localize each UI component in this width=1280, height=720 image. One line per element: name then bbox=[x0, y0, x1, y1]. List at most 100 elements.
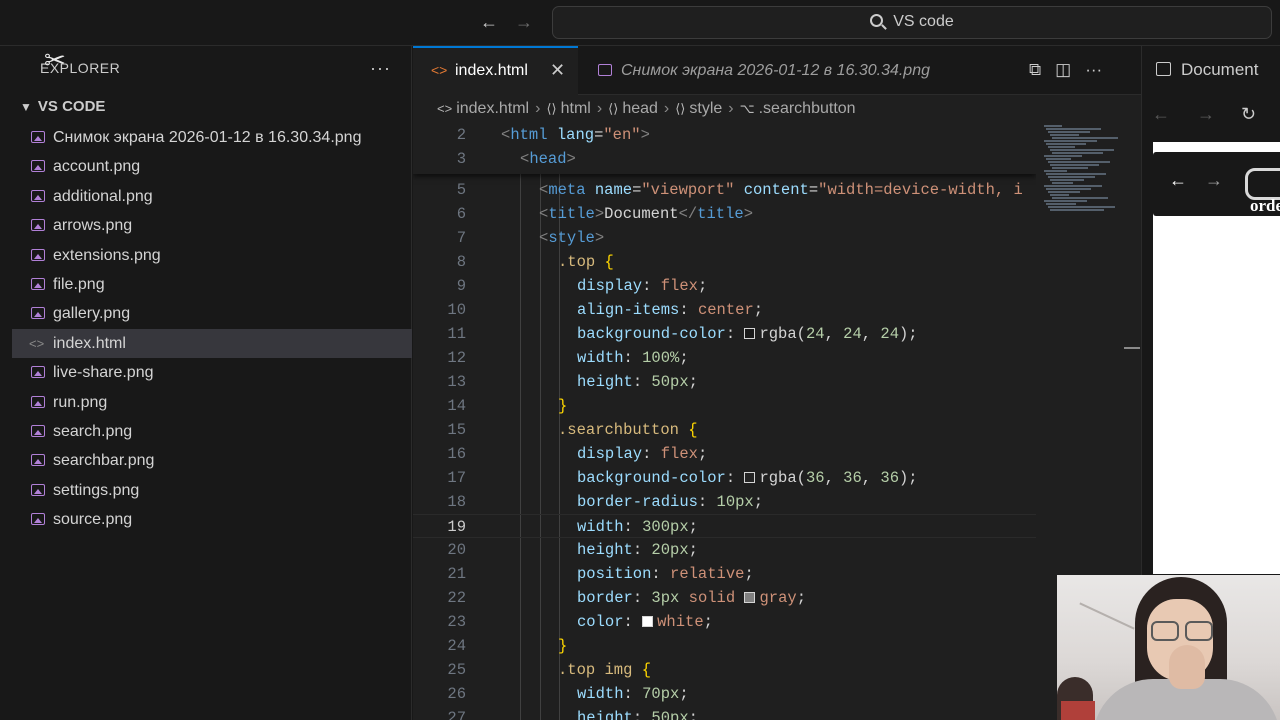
file-item[interactable]: arrows.png bbox=[12, 211, 412, 240]
minimap-line bbox=[1052, 197, 1108, 199]
editor-actions: ⧉ ◫ ··· bbox=[1029, 60, 1116, 80]
file-item[interactable]: settings.png bbox=[12, 476, 412, 505]
minimap-line bbox=[1044, 170, 1067, 172]
code-line[interactable]: 2 <html lang="en"> bbox=[413, 123, 1036, 147]
minimap-line bbox=[1050, 149, 1114, 151]
code-line[interactable]: 14} bbox=[413, 394, 1036, 418]
image-file-icon bbox=[31, 366, 45, 379]
code-line[interactable]: 16 display: flex; bbox=[413, 442, 1036, 466]
code-line[interactable]: 10 align-items: center; bbox=[413, 298, 1036, 322]
line-number: 9 bbox=[456, 277, 466, 295]
color-swatch[interactable] bbox=[744, 472, 756, 483]
split-editor-icon[interactable]: ◫ bbox=[1055, 60, 1071, 80]
code-editor[interactable]: 2 <html lang="en"> 3 <head> 5 <meta name="vi… bbox=[413, 123, 1036, 720]
html-file-icon: <> bbox=[431, 62, 448, 78]
editor-tab-bar: <> index.html ✕ Снимок экрана 2026-01-12… bbox=[413, 46, 1141, 95]
code-line[interactable]: 27 height: 50px; bbox=[413, 706, 1036, 720]
minimap-line bbox=[1046, 143, 1086, 145]
open-preview-icon[interactable]: ⧉ bbox=[1029, 60, 1041, 80]
explorer-sidebar: EXPLORER ✂ ··· ▼ VS CODE Снимок экрана 20… bbox=[0, 46, 412, 720]
minimap-line bbox=[1050, 194, 1069, 196]
file-label: additional.png bbox=[53, 187, 153, 205]
chevron-right-icon: › bbox=[728, 100, 734, 117]
code-line[interactable]: 18 border-radius: 10px; bbox=[413, 490, 1036, 514]
code-line[interactable]: 22 border: 3px solid gray; bbox=[413, 586, 1036, 610]
code-line[interactable]: 9 display: flex; bbox=[413, 274, 1036, 298]
file-item[interactable]: extensions.png bbox=[12, 241, 412, 270]
close-icon[interactable]: ✕ bbox=[550, 48, 565, 93]
code-line[interactable]: 17 background-color: rgba(36, 36, 36); bbox=[413, 466, 1036, 490]
minimap-line bbox=[1046, 173, 1106, 175]
code-line[interactable]: 15 .searchbutton { bbox=[413, 418, 1036, 442]
minimap-line bbox=[1044, 140, 1097, 142]
code-line[interactable]: 24} bbox=[413, 634, 1036, 658]
more-actions-icon[interactable]: ··· bbox=[1085, 60, 1102, 80]
file-item[interactable]: account.png bbox=[12, 152, 412, 181]
arrow-right-icon[interactable]: → bbox=[513, 11, 535, 33]
minimap-line bbox=[1048, 146, 1075, 148]
breadcrumb-item[interactable]: html bbox=[561, 100, 591, 117]
file-item[interactable]: run.png bbox=[12, 388, 412, 417]
arrow-right-icon[interactable]: → bbox=[1197, 104, 1215, 125]
arrow-left-icon[interactable]: ← bbox=[1152, 104, 1170, 125]
code-line[interactable]: 25 .top img { bbox=[413, 658, 1036, 682]
scrollbar-thumb[interactable] bbox=[1124, 347, 1140, 349]
minimap-line bbox=[1052, 152, 1103, 154]
chevron-right-icon: › bbox=[663, 100, 670, 117]
file-item[interactable]: <> index.html bbox=[12, 328, 412, 359]
code-line[interactable]: 3 <head> bbox=[413, 147, 1036, 171]
more-actions-icon[interactable]: ··· bbox=[370, 58, 391, 79]
line-number: 23 bbox=[447, 613, 466, 631]
arrow-left-icon[interactable]: ← bbox=[478, 11, 500, 33]
code-line[interactable]: 21 position: relative; bbox=[413, 562, 1036, 586]
browser-viewport: ← → orde bbox=[1153, 142, 1280, 574]
breadcrumb-item[interactable]: .searchbutton bbox=[759, 100, 856, 117]
breadcrumb-item[interactable]: style bbox=[689, 100, 722, 117]
file-item[interactable]: file.png bbox=[12, 270, 412, 299]
code-line[interactable]: 12 width: 100%; bbox=[413, 346, 1036, 370]
line-number: 11 bbox=[447, 325, 466, 343]
code-text: .top img { bbox=[558, 661, 652, 679]
minimap-line bbox=[1046, 203, 1076, 205]
file-item[interactable]: gallery.png bbox=[12, 299, 412, 328]
code-line[interactable]: 7 <style> bbox=[413, 226, 1036, 250]
code-line[interactable]: 13 height: 50px; bbox=[413, 370, 1036, 394]
code-text: display: flex; bbox=[577, 277, 708, 295]
code-line[interactable]: 6 <title>Document</title> bbox=[413, 202, 1036, 226]
code-text: <style> bbox=[539, 229, 605, 247]
code-line[interactable]: 11 background-color: rgba(24, 24, 24); bbox=[413, 322, 1036, 346]
image-file-icon bbox=[31, 189, 45, 202]
file-item[interactable]: additional.png bbox=[12, 182, 412, 211]
code-line[interactable]: 20 height: 20px; bbox=[413, 538, 1036, 562]
color-swatch[interactable] bbox=[744, 592, 756, 603]
sticky-scroll[interactable]: 2 <html lang="en"> 3 <head> bbox=[413, 123, 1036, 174]
folder-vs-code[interactable]: ▼ VS CODE bbox=[20, 98, 105, 115]
code-text: border: 3px solid gray; bbox=[577, 589, 806, 607]
file-item[interactable]: searchbar.png bbox=[12, 446, 412, 475]
minimap-line bbox=[1044, 185, 1102, 187]
code-text: height: 20px; bbox=[577, 541, 698, 559]
minimap-line bbox=[1048, 176, 1095, 178]
file-item[interactable]: source.png bbox=[12, 505, 412, 534]
code-line[interactable]: 26 width: 70px; bbox=[413, 682, 1036, 706]
preview-icon bbox=[1156, 62, 1171, 76]
file-item[interactable]: search.png bbox=[12, 417, 412, 446]
color-swatch[interactable] bbox=[744, 328, 756, 339]
code-line[interactable]: 23 color: white; bbox=[413, 610, 1036, 634]
chevron-right-icon: › bbox=[596, 100, 603, 117]
element-icon: ⟨⟩ bbox=[546, 101, 557, 116]
command-center-search[interactable]: VS code bbox=[552, 6, 1272, 39]
file-item[interactable]: Снимок экрана 2026-01-12 в 16.30.34.png bbox=[12, 123, 412, 152]
color-swatch[interactable] bbox=[642, 616, 654, 627]
tab-index-html[interactable]: <> index.html ✕ bbox=[413, 46, 578, 95]
file-item[interactable]: live-share.png bbox=[12, 358, 412, 387]
code-line[interactable]: 19 width: 300px; bbox=[413, 514, 1036, 538]
browser-tab[interactable]: Document bbox=[1156, 60, 1258, 80]
image-file-icon bbox=[31, 424, 45, 437]
tab-screenshot[interactable]: Снимок экрана 2026-01-12 в 16.30.34.png bbox=[596, 46, 930, 95]
breadcrumb-item[interactable]: head bbox=[622, 100, 658, 117]
breadcrumb-item[interactable]: index.html bbox=[456, 100, 529, 117]
reload-icon[interactable]: ↻ bbox=[1241, 104, 1256, 125]
code-line[interactable]: 8 .top { bbox=[413, 250, 1036, 274]
code-line[interactable]: 5 <meta name="viewport" content="width=de… bbox=[413, 178, 1036, 202]
